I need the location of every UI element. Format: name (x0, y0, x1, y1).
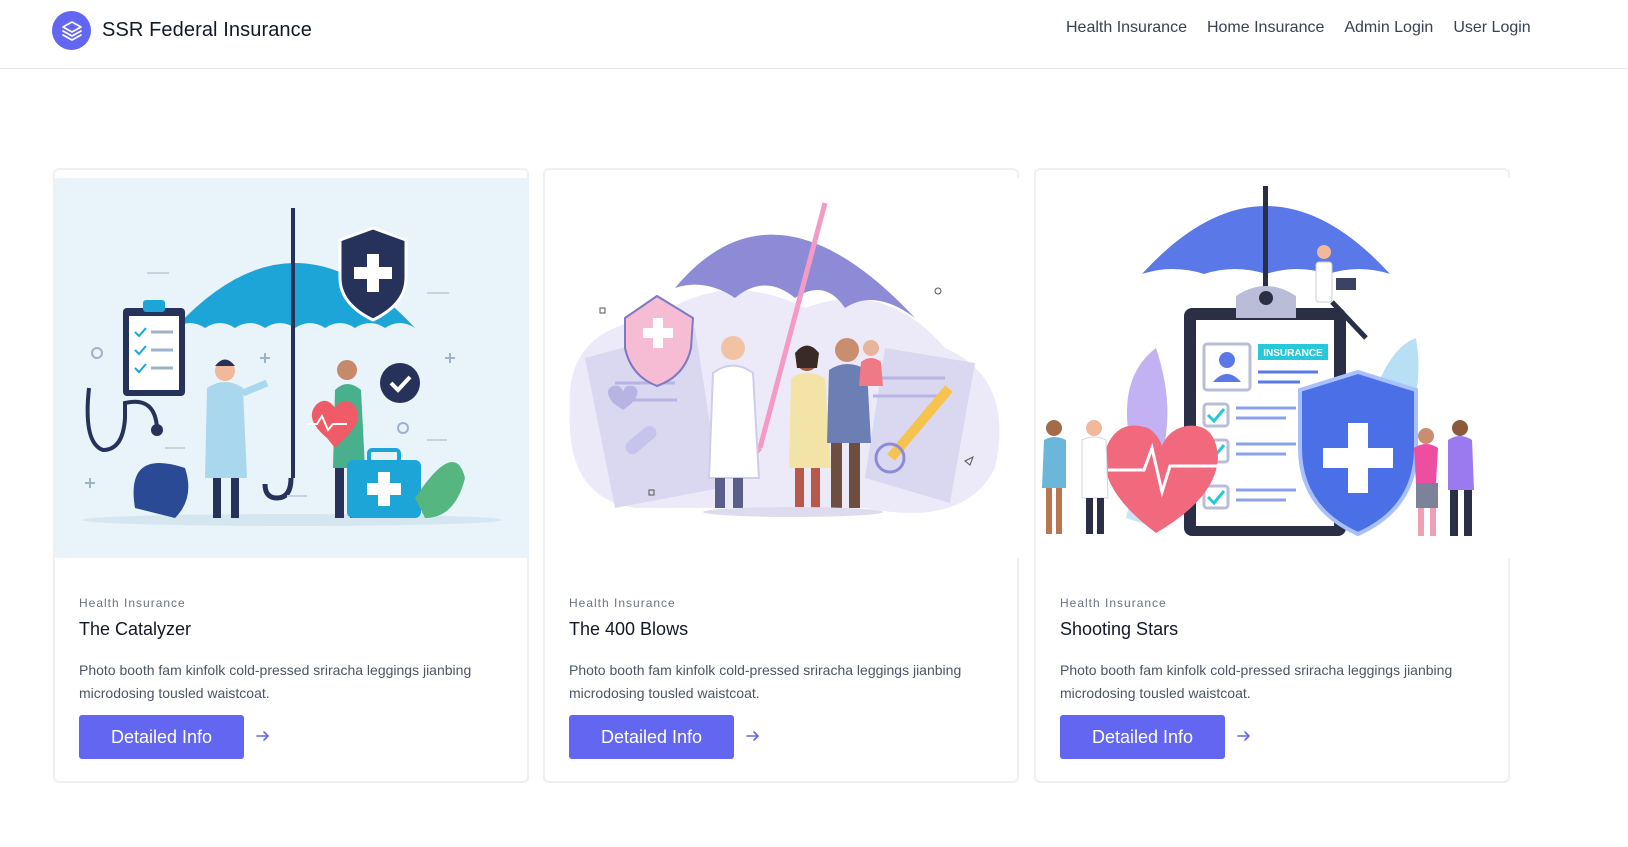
insurance-card: Health Insurance The Catalyzer Photo boo… (53, 168, 529, 783)
stack-layers-icon (52, 11, 91, 50)
card-title: The Catalyzer (79, 619, 192, 639)
card-description: Photo booth fam kinfolk cold-pressed sri… (1060, 662, 1453, 701)
insurance-card: INSURANCE Health Insurance Shooting Star… (1034, 168, 1510, 783)
insurance-card: Health Insurance The 400 Blows Photo boo… (543, 168, 1019, 783)
card-description: Photo booth fam kinfolk cold-pressed sri… (79, 662, 472, 701)
card-category: Health Insurance (569, 596, 676, 610)
arrow-right-icon[interactable] (1236, 728, 1252, 744)
site-header: SSR Federal Insurance Health Insurance H… (0, 0, 1628, 69)
card-title: The 400 Blows (569, 619, 689, 639)
arrow-right-icon[interactable] (745, 728, 761, 744)
nav-home-insurance[interactable]: Home Insurance (1207, 19, 1324, 37)
brand-name: SSR Federal Insurance (102, 19, 312, 41)
card-category: Health Insurance (1060, 596, 1167, 610)
card-title: Shooting Stars (1060, 619, 1179, 639)
nav-user-login[interactable]: User Login (1453, 19, 1530, 37)
nav-health-insurance[interactable]: Health Insurance (1066, 19, 1187, 37)
card-description: Photo booth fam kinfolk cold-pressed sri… (569, 662, 962, 701)
insurance-label: INSURANCE (1263, 348, 1323, 359)
detailed-info-button[interactable]: Detailed Info (79, 715, 244, 759)
clipboard-shield-illustration: INSURANCE (1036, 178, 1510, 558)
family-umbrella-illustration (545, 178, 1019, 558)
brand-logo-link[interactable]: SSR Federal Insurance (52, 11, 312, 50)
card-category: Health Insurance (79, 596, 186, 610)
health-umbrella-doctor-illustration (55, 178, 529, 558)
detailed-info-button[interactable]: Detailed Info (569, 715, 734, 759)
detailed-info-button[interactable]: Detailed Info (1060, 715, 1225, 759)
nav-admin-login[interactable]: Admin Login (1344, 19, 1433, 37)
main-nav: Health Insurance Home Insurance Admin Lo… (1066, 19, 1551, 37)
arrow-right-icon[interactable] (255, 728, 271, 744)
